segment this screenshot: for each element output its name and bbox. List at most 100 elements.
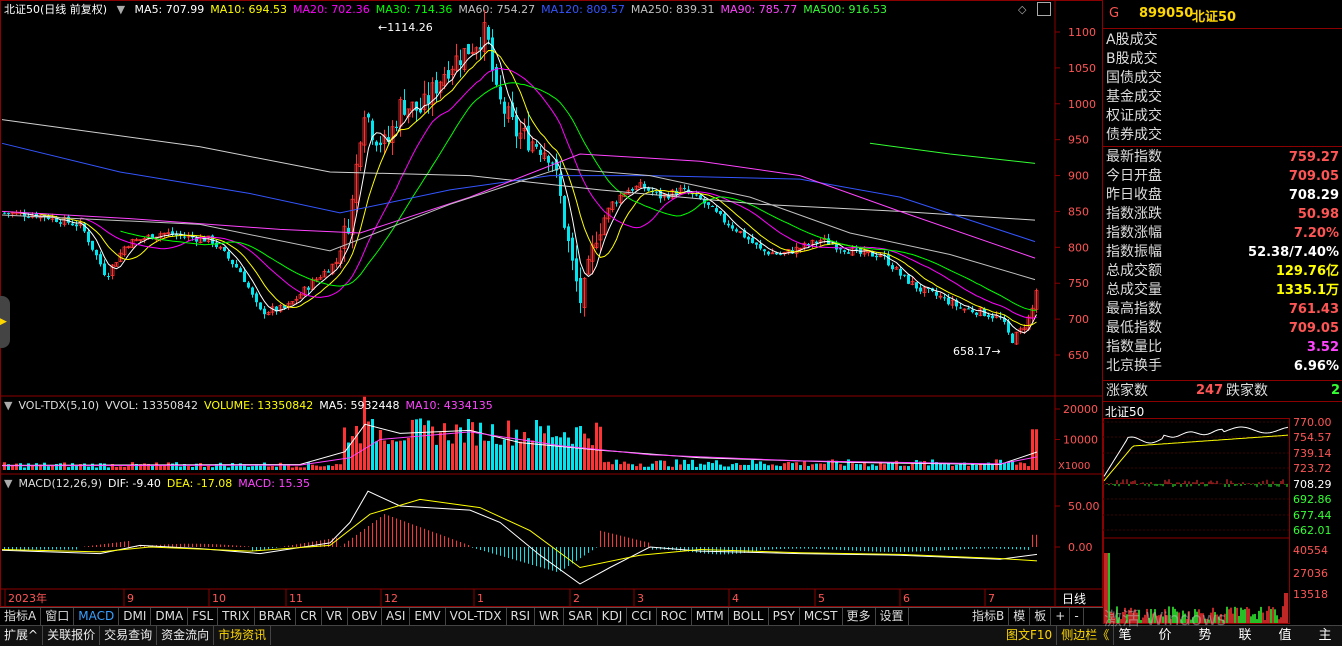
trade-sub-item[interactable]: A股成交 [1106, 31, 1158, 50]
volume-bar [787, 461, 790, 470]
candle-body [427, 95, 430, 104]
indicator-tab[interactable]: EMV [410, 608, 446, 625]
volume-bar [267, 466, 270, 470]
intraday-mini-chart[interactable]: 770.00 754.57 739.14 723.72 708.29 692.86 677.… [1103, 418, 1342, 624]
mini-price-tick: 662.01 [1293, 524, 1332, 537]
indicator-tab[interactable]: FSL [188, 608, 219, 625]
kline-chart[interactable]: 1100105010009509008508007507006502000010… [0, 0, 1103, 607]
ma250-line [1, 119, 1036, 221]
volume-bar [263, 462, 266, 470]
volume-bar [287, 465, 290, 470]
price-tick-label: 1100 [1068, 26, 1096, 39]
collapse-icon[interactable]: ▼ [4, 477, 12, 490]
quote-value: 52.38/7.40% [1248, 245, 1339, 260]
indicator-tab[interactable]: OBV [348, 608, 383, 625]
collapse-icon[interactable]: ▼ [4, 399, 12, 412]
price-tick-label: 800 [1068, 241, 1089, 254]
trade-sub-item[interactable]: 国债成交 [1106, 69, 1162, 88]
indicator-tab[interactable]: 窗口 [41, 608, 75, 625]
volume-bar [103, 463, 106, 470]
volume-bar [755, 463, 758, 470]
volume-bar [283, 465, 286, 470]
status-tab[interactable]: 资金流向 [157, 626, 215, 645]
quote-flag: G [1109, 6, 1120, 21]
volume-legend-item: VOLUME: 13350842 [204, 399, 314, 412]
trade-sub-item[interactable]: 基金成交 [1106, 88, 1162, 107]
indicator-tab[interactable]: WR [535, 608, 565, 625]
volume-bar [231, 462, 234, 470]
status-link[interactable]: 图文F10 [1002, 626, 1058, 645]
candle-body [467, 44, 470, 55]
x-tick-label: 11 [289, 592, 303, 605]
volume-legend-item: VOL-TDX(5,10) [18, 399, 100, 412]
indicator-tab[interactable]: TRIX [218, 608, 255, 625]
indicator-tab[interactable]: PSY [769, 608, 800, 625]
indicator-tab[interactable]: VR [322, 608, 348, 625]
indicator-tab[interactable]: BRAR [255, 608, 297, 625]
side-button[interactable]: 势 [1192, 626, 1218, 645]
indicator-tab[interactable]: 设置 [876, 608, 909, 625]
x-tick-label: 6 [903, 592, 910, 605]
left-scroll-handle[interactable]: ▶ [0, 296, 10, 348]
indicator-tab[interactable]: DMI [119, 608, 152, 625]
indicator-tab[interactable]: ROC [657, 608, 692, 625]
indicator-tab[interactable]: CR [296, 608, 322, 625]
trade-sub-item[interactable]: 债券成交 [1106, 126, 1162, 145]
indicator-tab[interactable]: VOL-TDX [446, 608, 507, 625]
trade-sub-item[interactable]: B股成交 [1106, 50, 1158, 69]
indicator-tab[interactable]: 指标A [0, 608, 42, 625]
status-tab[interactable]: 扩展^ [0, 626, 44, 645]
price-tick-label: 650 [1068, 349, 1089, 362]
candle-body [575, 258, 578, 282]
indicator-tab-right[interactable]: 板 [1030, 608, 1052, 625]
indicator-tab[interactable]: RSI [507, 608, 536, 625]
side-button[interactable]: 值 [1272, 626, 1298, 645]
indicator-tab[interactable]: 更多 [843, 608, 876, 625]
indicator-tab[interactable]: BOLL [729, 608, 769, 625]
side-button[interactable]: 笔 [1112, 626, 1138, 645]
indicator-tab[interactable]: MCST [800, 608, 843, 625]
side-button[interactable]: 联 [1232, 626, 1258, 645]
volume-bar [431, 426, 434, 470]
quote-value: 7.20% [1293, 226, 1339, 241]
volume-bar [119, 466, 122, 470]
indicator-tab[interactable]: MTM [692, 608, 729, 625]
trade-sub-row: A股成交 [1103, 31, 1339, 50]
candle-body [403, 100, 406, 115]
candle-body [27, 216, 30, 218]
status-tab[interactable]: 市场资讯 [214, 626, 272, 645]
volume-bar [63, 462, 66, 470]
quote-value: 709.05 [1288, 169, 1339, 184]
indicator-tab-right[interactable]: + [1051, 608, 1071, 625]
indicator-tab[interactable]: SAR [564, 608, 598, 625]
quote-row: 指数涨跌 50.98 [1103, 205, 1339, 224]
side-button[interactable]: 主 [1312, 626, 1338, 645]
indicator-tab-right[interactable]: - [1070, 608, 1084, 625]
candle-body [919, 287, 922, 292]
candle-body [855, 248, 858, 250]
volume-bar [715, 460, 718, 470]
volume-bar [331, 465, 334, 470]
indicator-tab[interactable]: MACD [74, 608, 120, 625]
candle-body [770, 252, 775, 255]
side-button[interactable]: 价 [1152, 626, 1178, 645]
trade-sub-item[interactable]: 权证成交 [1106, 107, 1162, 126]
indicator-tab[interactable]: ASI [382, 608, 411, 625]
volume-bar [875, 465, 878, 470]
volume-bar [43, 462, 46, 470]
indicator-tab-right[interactable]: 指标B [968, 608, 1010, 625]
indicator-tab[interactable]: CCI [627, 608, 657, 625]
indicator-tab[interactable]: DMA [151, 608, 189, 625]
volume-bar [659, 460, 662, 470]
status-tab[interactable]: 交易查询 [100, 626, 158, 645]
ma120-line [1, 142, 1036, 243]
volume-bar [415, 419, 418, 470]
volume-bar [475, 445, 478, 470]
macd-histogram [4, 514, 1037, 572]
volume-bar [899, 465, 902, 470]
candle-body [59, 222, 62, 224]
indicator-tab[interactable]: KDJ [598, 608, 628, 625]
volume-bar [675, 459, 678, 470]
indicator-tab-right[interactable]: 模 [1009, 608, 1031, 625]
status-tab[interactable]: 关联报价 [43, 626, 101, 645]
